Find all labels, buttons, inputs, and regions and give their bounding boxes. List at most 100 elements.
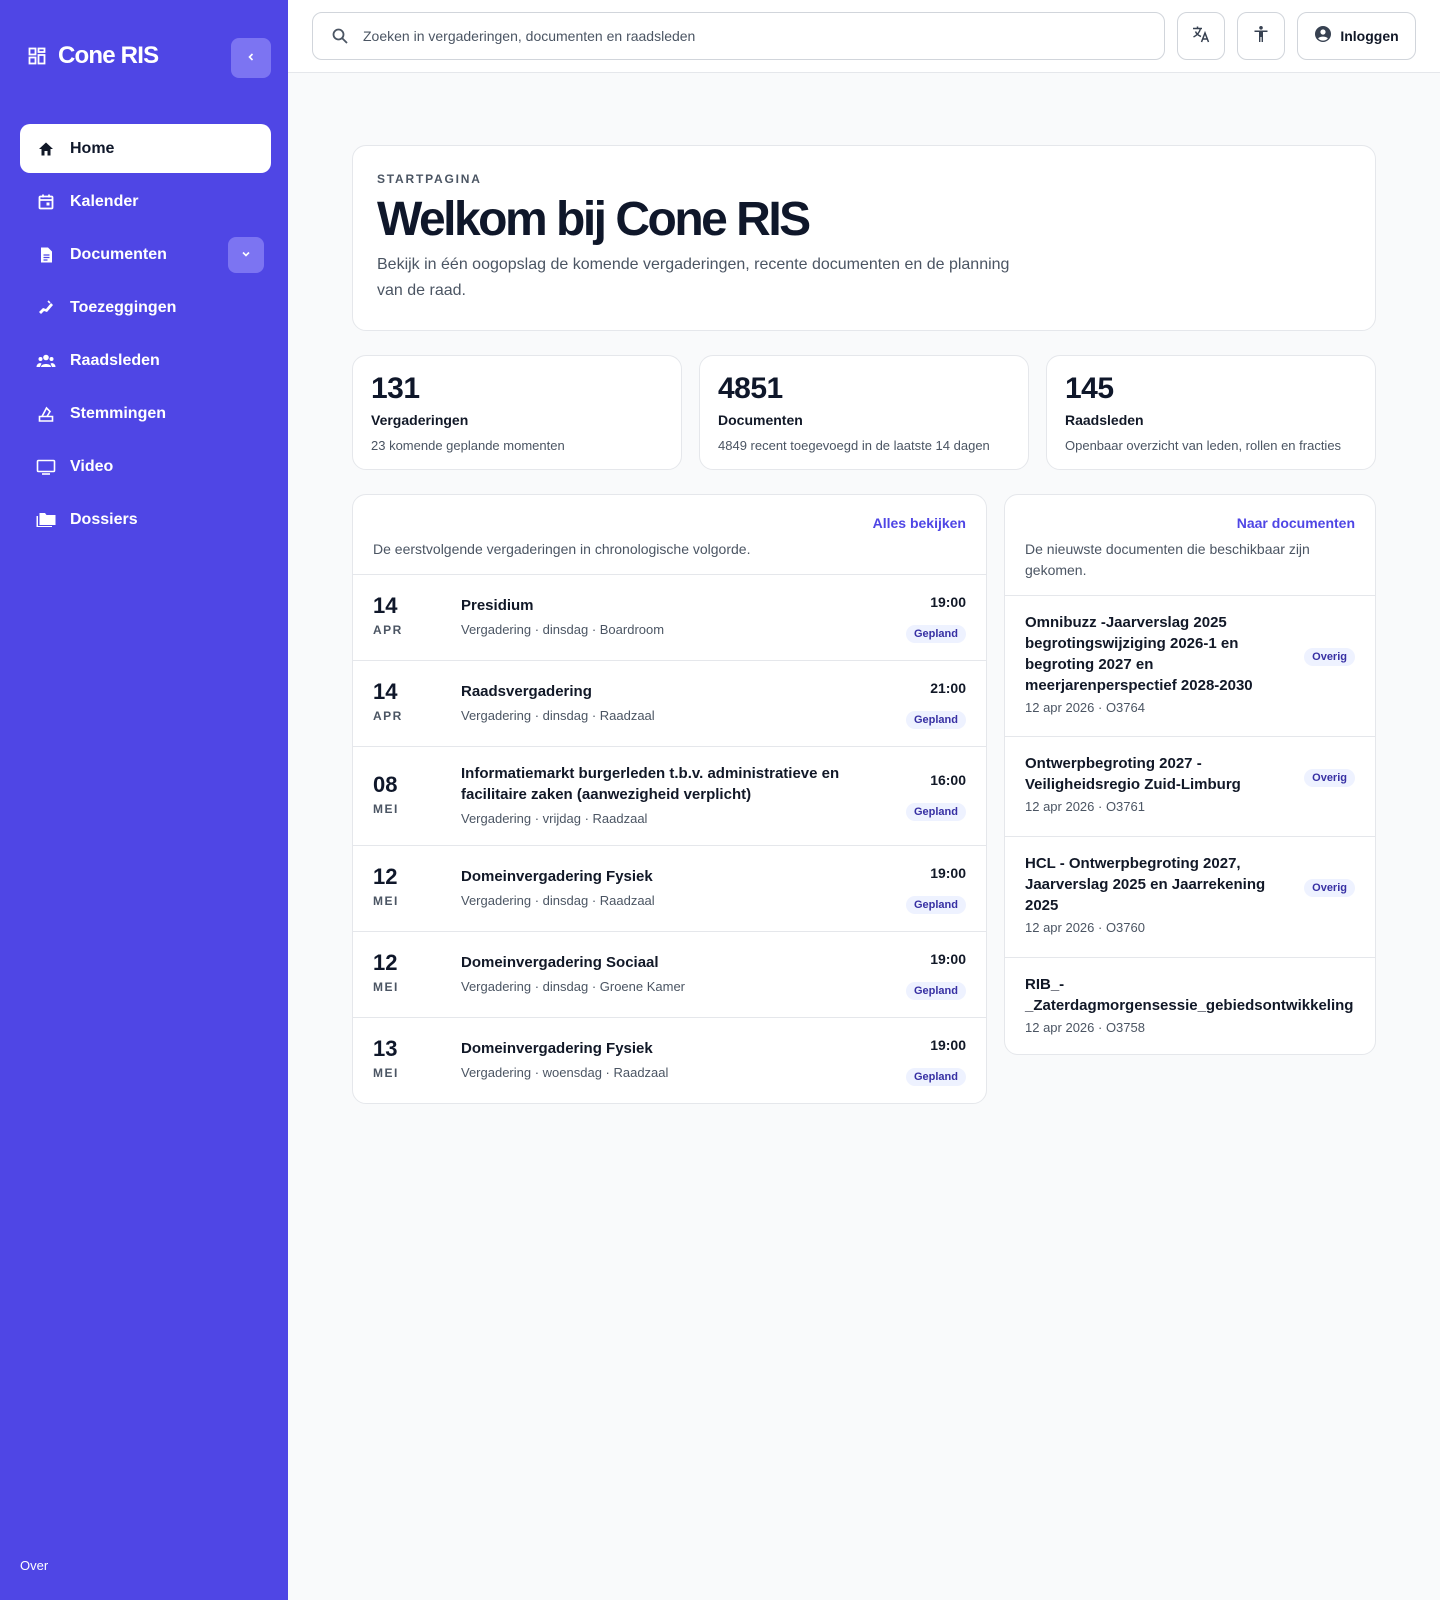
category-badge: Overig [1304, 648, 1355, 666]
status-badge: Gepland [905, 625, 966, 643]
meeting-time: 19:00 [930, 865, 966, 881]
collapse-sidebar-button[interactable] [231, 38, 271, 78]
sidebar: Cone RIS Home Kalender Documenten Toezeg… [0, 0, 288, 1600]
stat-card-documenten[interactable]: 4851 Documenten 4849 recent toegevoegd i… [699, 355, 1029, 470]
search-box[interactable] [312, 12, 1165, 60]
stat-card-vergaderingen[interactable]: 131 Vergaderingen 23 komende geplande mo… [352, 355, 682, 470]
meeting-title: Informatiemarkt burgerleden t.b.v. admin… [461, 765, 840, 803]
nav-item-label: Documenten [70, 245, 167, 263]
document-title: RIB_- _Zaterdagmorgensessie_gebiedsontwik… [1025, 976, 1354, 1014]
nav-item-dossiers[interactable]: Dossiers [20, 495, 271, 544]
meeting-month: APR [373, 623, 403, 637]
document-title: Omnibuzz -Jaarverslag 2025 begrotingswij… [1025, 614, 1253, 694]
brand-name: Cone RIS [58, 42, 159, 69]
stat-subtitle: Openbaar overzicht van leden, rollen en … [1065, 438, 1342, 453]
meeting-time: 19:00 [930, 1037, 966, 1053]
folders-icon [36, 510, 56, 530]
translate-button[interactable] [1177, 12, 1225, 60]
nav-item-label: Raadsleden [70, 351, 160, 369]
to-documents-link[interactable]: Naar documenten [1237, 515, 1355, 531]
nav-item-stemmingen[interactable]: Stemmingen [20, 389, 271, 438]
panel-description: De nieuwste documenten die beschikbaar z… [1025, 541, 1310, 578]
main-nav: Home Kalender Documenten Toezeggingen Ra… [20, 124, 271, 548]
calendar-icon [36, 192, 56, 212]
dashboard-icon [28, 47, 46, 65]
nav-item-label: Toezeggingen [70, 298, 177, 316]
meeting-title: Presidium [461, 597, 534, 614]
meeting-row[interactable]: 14 APR Raadsvergadering Vergadering · di… [353, 661, 986, 747]
meeting-meta: Vergadering · dinsdag · Raadzaal [461, 708, 655, 723]
meeting-time: 19:00 [930, 594, 966, 610]
meeting-month: MEI [373, 802, 399, 816]
document-meta: 12 apr 2026 · O3758 [1025, 1020, 1145, 1035]
nav-item-home[interactable]: Home [20, 124, 271, 173]
category-badge: Overig [1304, 769, 1355, 787]
stat-subtitle: 4849 recent toegevoegd in de laatste 14 … [718, 438, 990, 453]
meeting-row[interactable]: 14 APR Presidium Vergadering · dinsdag ·… [353, 575, 986, 661]
meeting-day: 12 [373, 950, 398, 975]
home-icon [36, 139, 56, 159]
topbar: Inloggen [288, 0, 1440, 73]
meeting-day: 13 [373, 1036, 398, 1061]
meeting-row[interactable]: 08 MEI Informatiemarkt burgerleden t.b.v… [353, 747, 986, 846]
nav-item-kalender[interactable]: Kalender [20, 177, 271, 226]
people-icon [36, 351, 56, 371]
meeting-meta: Vergadering · dinsdag · Raadzaal [461, 893, 655, 908]
nav-item-video[interactable]: Video [20, 442, 271, 491]
meeting-row[interactable]: 12 MEI Domeinvergadering Sociaal Vergade… [353, 932, 986, 1018]
about-link[interactable]: Over [20, 1558, 48, 1573]
chevron-left-icon [246, 49, 256, 67]
nav-item-documenten[interactable]: Documenten [20, 230, 271, 279]
status-badge: Gepland [905, 711, 966, 729]
meeting-day: 14 [373, 679, 398, 704]
meeting-month: APR [373, 709, 403, 723]
meeting-day: 12 [373, 864, 398, 889]
status-badge: Gepland [905, 1068, 966, 1086]
document-row[interactable]: HCL - Ontwerpbegroting 2027, Jaarverslag… [1005, 837, 1375, 958]
meeting-row[interactable]: 12 MEI Domeinvergadering Fysiek Vergader… [353, 846, 986, 932]
meeting-meta: Vergadering · dinsdag · Boardroom [461, 622, 665, 637]
nav-item-label: Dossiers [70, 510, 138, 528]
login-button[interactable]: Inloggen [1297, 12, 1416, 60]
brand[interactable]: Cone RIS [28, 42, 159, 70]
stat-title: Documenten [718, 412, 803, 428]
panel-header: Alles bekijken De eerstvolgende vergader… [353, 495, 986, 575]
meeting-title: Domeinvergadering Fysiek [461, 1040, 653, 1057]
panel-description: De eerstvolgende vergaderingen in chrono… [373, 541, 751, 557]
nav-item-raadsleden[interactable]: Raadsleden [20, 336, 271, 385]
translate-icon [1191, 24, 1211, 49]
page-title: Welkom bij Cone RIS [377, 193, 811, 246]
document-row[interactable]: Omnibuzz -Jaarverslag 2025 begrotingswij… [1005, 596, 1375, 737]
stat-card-raadsleden[interactable]: 145 Raadsleden Openbaar overzicht van le… [1046, 355, 1376, 470]
recent-documents-panel: Naar documenten De nieuwste documenten d… [1004, 494, 1376, 1055]
expand-documenten-button[interactable] [228, 237, 264, 273]
meeting-day: 08 [373, 772, 398, 797]
document-row[interactable]: RIB_- _Zaterdagmorgensessie_gebiedsontwik… [1005, 958, 1375, 1054]
accessibility-button[interactable] [1237, 12, 1285, 60]
meeting-title: Raadsvergadering [461, 683, 592, 700]
meeting-meta: Vergadering · woensdag · Raadzaal [461, 1065, 669, 1080]
meeting-day: 14 [373, 593, 398, 618]
meeting-meta: Vergadering · dinsdag · Groene Kamer [461, 979, 686, 994]
document-meta: 12 apr 2026 · O3761 [1025, 799, 1145, 814]
document-row[interactable]: Ontwerpbegroting 2027 - Veiligheidsregio… [1005, 737, 1375, 837]
stat-title: Raadsleden [1065, 412, 1144, 428]
meeting-month: MEI [373, 894, 399, 908]
view-all-link[interactable]: Alles bekijken [873, 515, 966, 531]
document-title: HCL - Ontwerpbegroting 2027, Jaarverslag… [1025, 855, 1266, 914]
document-meta: 12 apr 2026 · O3764 [1025, 700, 1145, 715]
stat-title: Vergaderingen [371, 412, 469, 428]
stat-value: 4851 [718, 372, 783, 405]
search-icon [331, 27, 349, 45]
meeting-meta: Vergadering · vrijdag · Raadzaal [461, 811, 648, 826]
search-input[interactable] [363, 28, 1123, 44]
nav-item-label: Video [70, 457, 114, 475]
panel-header: Naar documenten De nieuwste documenten d… [1005, 495, 1375, 596]
meeting-month: MEI [373, 1066, 399, 1080]
nav-item-toezeggingen[interactable]: Toezeggingen [20, 283, 271, 332]
stat-value: 145 [1065, 372, 1114, 405]
document-icon [36, 245, 56, 265]
stat-subtitle: 23 komende geplande momenten [371, 438, 565, 453]
accessibility-icon [1252, 25, 1270, 48]
meeting-row[interactable]: 13 MEI Domeinvergadering Fysiek Vergader… [353, 1018, 986, 1103]
